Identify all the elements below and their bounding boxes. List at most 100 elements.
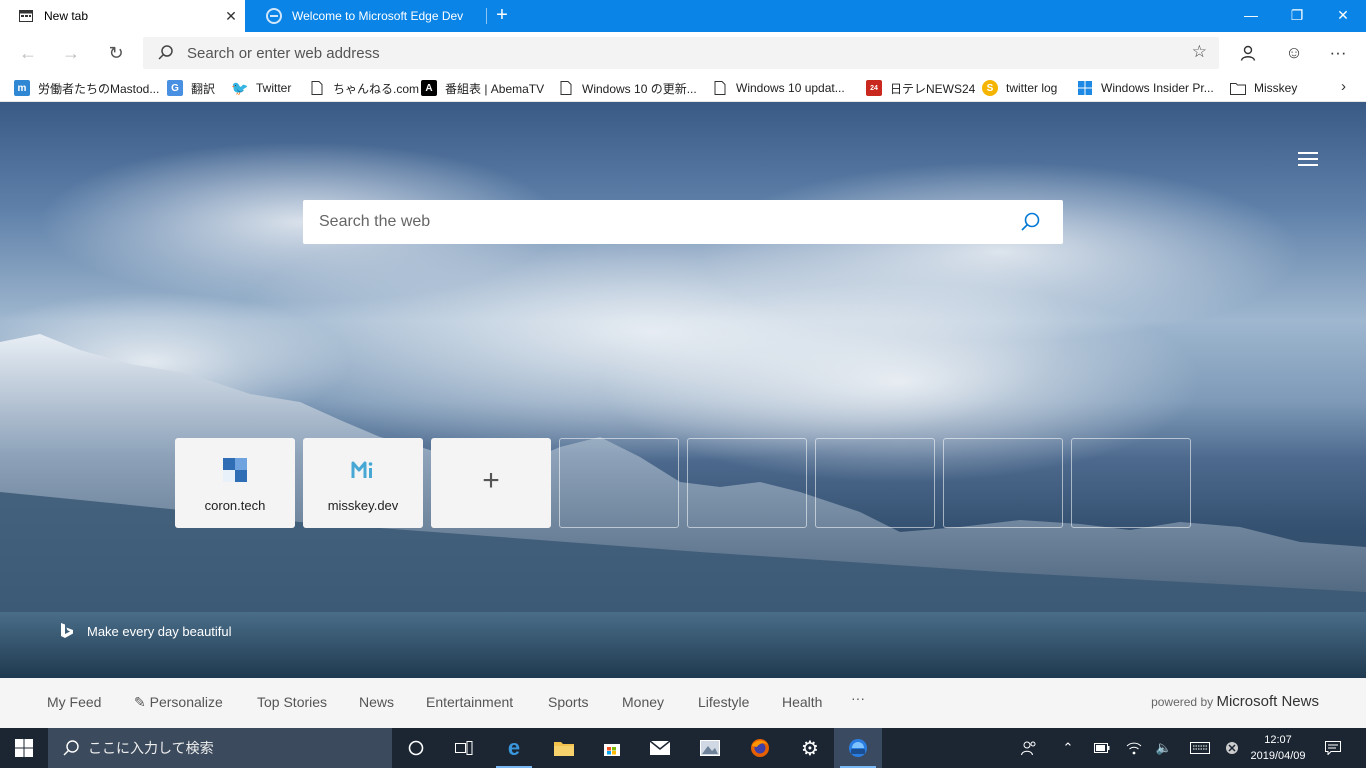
edge-taskbar-icon[interactable]: e: [490, 728, 538, 768]
tab-welcome[interactable]: Welcome to Microsoft Edge Dev: [248, 0, 482, 32]
tile-label: misskey.dev: [327, 498, 399, 513]
photos-icon[interactable]: [686, 728, 734, 768]
minimize-button[interactable]: —: [1228, 0, 1274, 32]
favorite-label: Windows 10 の更新...: [582, 81, 697, 96]
bing-logo-icon: [61, 623, 73, 638]
favorite-label: 労働者たちのMastod...: [38, 81, 160, 96]
news-tab-my-feed[interactable]: My Feed: [47, 694, 101, 710]
favorite-label: Misskey: [1254, 81, 1298, 95]
page-icon: [558, 80, 574, 96]
clock-date: 2019/04/09: [1250, 750, 1306, 762]
tab-title: New tab: [44, 9, 89, 23]
refresh-button[interactable]: ↻: [101, 38, 131, 68]
address-bar[interactable]: ☆: [143, 37, 1219, 69]
news-tab-top-stories[interactable]: Top Stories: [257, 694, 327, 710]
favorite-item[interactable]: Windows 10 の更新...: [558, 78, 697, 98]
forward-button[interactable]: →: [56, 38, 86, 68]
search-icon[interactable]: [1019, 211, 1041, 233]
microsoft-news-brand: Microsoft News: [1216, 693, 1319, 710]
task-view-icon[interactable]: [440, 728, 488, 768]
tab-bar: New tab ✕ Welcome to Microsoft Edge Dev …: [0, 0, 1366, 32]
back-button[interactable]: ←: [13, 38, 43, 68]
web-search-input[interactable]: [319, 211, 999, 233]
firefox-icon[interactable]: [736, 728, 784, 768]
favorite-item[interactable]: Misskey: [1230, 78, 1297, 98]
news-tab-health[interactable]: Health: [782, 694, 822, 710]
favorite-item[interactable]: G 翻訳: [167, 78, 215, 98]
tile-label: coron.tech: [204, 498, 266, 513]
news-more-icon[interactable]: ···: [851, 690, 865, 706]
add-site-tile[interactable]: +: [431, 438, 551, 528]
pencil-icon: ✎: [134, 694, 150, 710]
taskbar-clock[interactable]: 12:07 2019/04/09: [1248, 732, 1308, 764]
close-window-button[interactable]: ✕: [1320, 0, 1366, 32]
tab-new-tab[interactable]: New tab ✕: [0, 0, 245, 32]
news-tab-personalize[interactable]: ✎ Personalize: [134, 694, 223, 711]
news-tab-money[interactable]: Money: [622, 694, 664, 710]
favorite-item[interactable]: 24 日テレNEWS24: [866, 78, 975, 98]
store-icon[interactable]: [588, 728, 636, 768]
coron-logo-icon: [223, 458, 247, 482]
plus-icon: +: [482, 464, 500, 497]
bing-image-caption[interactable]: Make every day beautiful: [58, 622, 232, 640]
empty-tile: [943, 438, 1063, 528]
new-tab-page: coron.tech misskey.dev + Make every day …: [0, 102, 1366, 678]
clock-time: 12:07: [1264, 734, 1292, 746]
favorite-item[interactable]: S twitter log: [982, 78, 1057, 98]
people-icon[interactable]: [1014, 728, 1044, 768]
address-input[interactable]: [187, 43, 1167, 63]
favorite-item[interactable]: m 労働者たちのMastod...: [14, 78, 159, 98]
settings-gear-icon[interactable]: ⚙: [786, 728, 834, 768]
restore-button[interactable]: ❐: [1274, 0, 1320, 32]
volume-icon[interactable]: 🔈: [1152, 728, 1176, 768]
news-tab-sports[interactable]: Sports: [548, 694, 588, 710]
new-tab-page-icon: [18, 8, 34, 24]
notification-center-icon[interactable]: [1318, 728, 1348, 768]
personalize-label: Personalize: [149, 694, 223, 710]
news-navigation: My Feed ✎ Personalize Top Stories News E…: [0, 678, 1366, 728]
new-tab-button[interactable]: +: [490, 4, 514, 28]
keyboard-icon[interactable]: [1186, 728, 1214, 768]
settings-more-icon[interactable]: ···: [1323, 38, 1353, 68]
mastodon-icon: m: [14, 80, 30, 96]
favorite-label: ちゃんねる.com: [333, 81, 420, 96]
cortana-icon[interactable]: [392, 728, 440, 768]
favorite-label: 翻訳: [191, 81, 216, 96]
folder-icon: [1230, 80, 1246, 96]
chevron-up-icon[interactable]: ⌃: [1056, 728, 1080, 768]
profile-icon[interactable]: [1233, 38, 1263, 68]
favorite-item[interactable]: 🐦 Twitter: [231, 78, 291, 98]
taskbar-search-box[interactable]: ここに入力して検索: [48, 728, 392, 768]
news-tab-lifestyle[interactable]: Lifestyle: [698, 694, 749, 710]
favorite-item[interactable]: Windows 10 updat...: [712, 78, 845, 98]
favorite-label: Windows 10 updat...: [736, 81, 845, 95]
favorite-item[interactable]: ちゃんねる.com: [309, 78, 419, 98]
file-explorer-icon[interactable]: [540, 728, 588, 768]
misskey-logo-icon: [351, 461, 373, 478]
favorite-item[interactable]: Windows Insider Pr...: [1077, 78, 1214, 98]
mail-icon[interactable]: [636, 728, 684, 768]
ime-off-icon[interactable]: [1220, 728, 1244, 768]
news24-icon: 24: [866, 80, 882, 96]
empty-tile: [559, 438, 679, 528]
tab-close-icon[interactable]: ✕: [217, 8, 245, 25]
favorite-star-icon[interactable]: ☆: [1192, 42, 1207, 62]
battery-icon[interactable]: [1090, 728, 1114, 768]
news-tab-entertainment[interactable]: Entertainment: [426, 694, 513, 710]
feedback-smiley-icon[interactable]: ☺: [1279, 38, 1309, 68]
top-site-tile-misskey[interactable]: misskey.dev: [303, 438, 423, 528]
windows-logo-icon: [15, 739, 33, 757]
top-site-tile-coron[interactable]: coron.tech: [175, 438, 295, 528]
start-button[interactable]: [0, 728, 48, 768]
empty-tile: [687, 438, 807, 528]
powered-by-microsoft-news[interactable]: powered by Microsoft News: [1151, 693, 1319, 710]
wifi-icon[interactable]: [1122, 728, 1146, 768]
favorite-item[interactable]: A 番組表 | AbemaTV: [421, 78, 544, 98]
page-settings-menu-icon[interactable]: [1298, 152, 1318, 170]
news-tab-news[interactable]: News: [359, 694, 394, 710]
chevron-right-icon[interactable]: ›: [1341, 78, 1346, 95]
web-search-box[interactable]: [303, 200, 1063, 244]
search-icon: [63, 740, 79, 756]
edge-dev-taskbar-icon[interactable]: [834, 728, 882, 768]
favorite-label: Windows Insider Pr...: [1101, 81, 1214, 95]
